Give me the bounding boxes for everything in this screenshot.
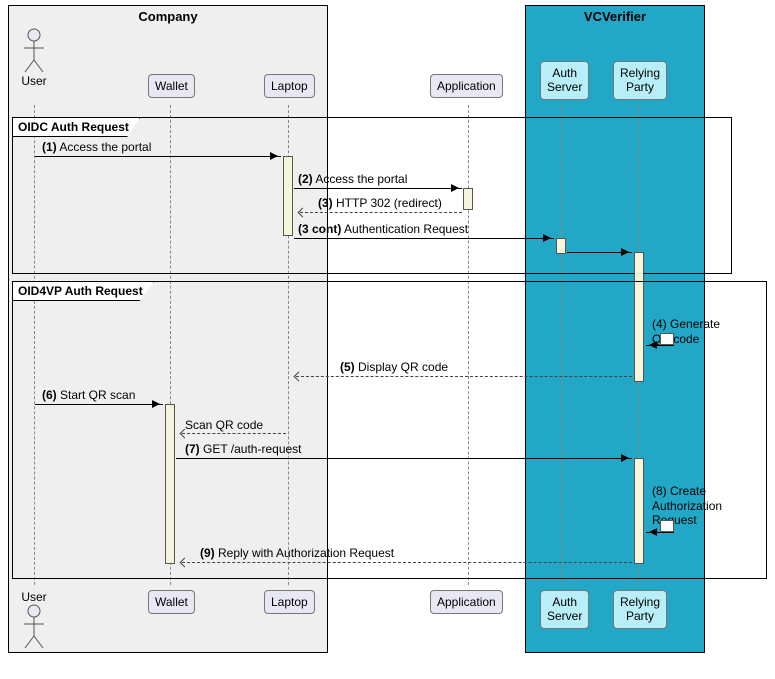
application-participant-bottom: Application [430,590,503,614]
msg-2: (2) Access the portal [298,172,407,186]
arrow-8-self [646,520,674,534]
relyingparty-activation-2 [634,458,644,564]
arrow-2 [294,188,462,189]
user-top-label: User [14,74,54,88]
msg-6: (6) Start QR scan [42,388,135,402]
person-icon [22,28,46,74]
arrow-3 [300,212,462,213]
arrow-5 [296,376,632,377]
laptop-participant-top: Laptop [264,74,315,98]
msg-9: (9) Reply with Authorization Request [200,546,394,560]
msg-scan: Scan QR code [185,418,263,432]
application-participant-top: Application [430,74,503,98]
user-actor-bottom: User [14,590,54,650]
arrow-scan [182,433,286,434]
application-activation [463,188,473,210]
msg-1: (1) Access the portal [42,140,151,154]
person-icon [22,604,46,650]
relyingparty-participant-top: Relying Party [613,61,667,100]
msg-8: (8) Create Authorization Request [652,470,722,528]
laptop-participant-bottom: Laptop [264,590,315,614]
authserver-activation [556,238,566,254]
arrow-6 [35,404,163,405]
vcverifier-title: VCVerifier [526,6,704,27]
arrow-1 [35,156,281,157]
arrow-3c-relay [567,252,632,253]
company-title: Company [9,6,327,27]
msg-5: (5) Display QR code [340,360,448,374]
arrow-7 [176,458,632,459]
msg-3c: (3 cont) Authentication Request [298,222,468,236]
wallet-activation [165,404,175,564]
arrow-3c [294,238,554,239]
oid4vp-frame-label: OID4VP Auth Request [13,282,154,301]
arrow-4-self [646,333,674,347]
user-bottom-label: User [14,590,54,604]
wallet-participant-bottom: Wallet [148,590,195,614]
arrow-9 [182,562,632,563]
authserver-participant-bottom: Auth Server [540,590,589,629]
relyingparty-participant-bottom: Relying Party [613,590,667,629]
msg-7: (7) GET /auth-request [185,442,302,456]
wallet-participant-top: Wallet [148,74,195,98]
user-actor-top: User [14,28,54,88]
msg-3: (3) HTTP 302 (redirect) [318,196,442,210]
authserver-participant-top: Auth Server [540,61,589,100]
laptop-activation-1 [283,156,293,236]
oidc-frame-label: OIDC Auth Request [13,118,140,137]
